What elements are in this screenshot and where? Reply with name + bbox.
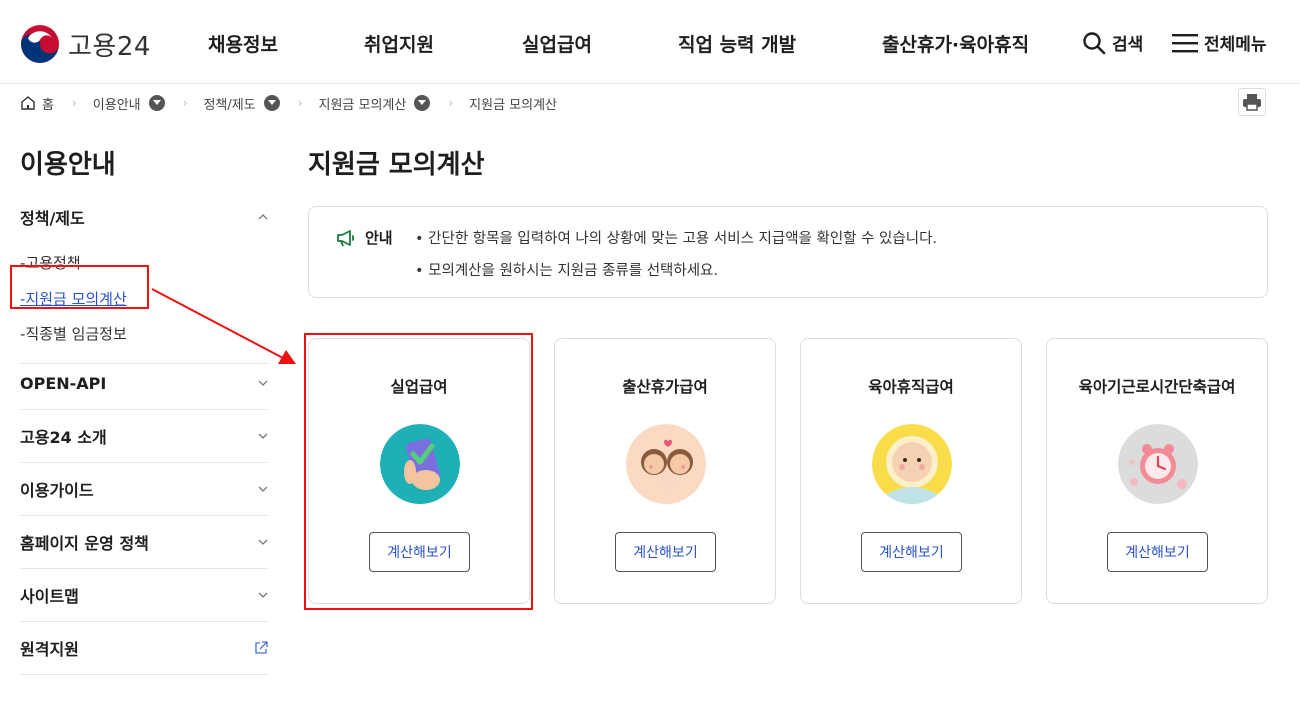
chevron-down-icon[interactable] <box>414 95 431 111</box>
all-menu-button[interactable]: 전체메뉴 <box>1172 30 1267 55</box>
calculate-button[interactable]: 계산해보기 <box>861 532 962 572</box>
card-title: 출산휴가급여 <box>622 378 708 396</box>
highlight-box-sidebar <box>10 265 149 309</box>
breadcrumb-home-label: 홈 <box>42 97 54 113</box>
calculate-button[interactable]: 계산해보기 <box>615 532 716 572</box>
baby-icon <box>872 424 952 504</box>
highlight-box-card <box>304 333 533 610</box>
breadcrumb-separator: › <box>182 96 188 110</box>
hamburger-icon <box>1172 33 1198 52</box>
sidebar-item-label: 원격지원 <box>20 640 79 659</box>
card-title: 육아휴직급여 <box>868 378 954 396</box>
home-icon <box>21 96 35 110</box>
breadcrumb: 홈 › 이용안내 › 정책/제도 › 지원금 모의계산 › 지원금 모의계산 <box>20 92 557 114</box>
chevron-up-icon <box>258 214 268 220</box>
print-button[interactable] <box>1238 88 1266 116</box>
logo[interactable]: 고용24 <box>20 24 151 64</box>
breadcrumb-home[interactable]: 홈 <box>20 94 54 113</box>
notice-line: • 간단한 항목을 입력하여 나의 상황에 맞는 고용 서비스 지급액을 확인할… <box>415 231 938 247</box>
search-button[interactable]: 검색 <box>1082 30 1143 55</box>
sidebar-subitem-label: -직종별 임금정보 <box>20 325 127 343</box>
chevron-down-icon <box>258 380 268 386</box>
sidebar-item-sitemap[interactable]: 사이트맵 <box>20 569 268 622</box>
nav-item-employment-support[interactable]: 취업지원 <box>364 30 434 57</box>
breadcrumb-label: 정책/제도 <box>203 97 256 113</box>
sidebar-item-policy[interactable]: 정책/제도 <box>20 190 268 244</box>
sidebar-item-site-policy[interactable]: 홈페이지 운영 정책 <box>20 516 268 569</box>
taegeuk-icon <box>21 25 59 63</box>
notice-label: 안내 <box>335 227 393 248</box>
chevron-down-icon <box>258 539 268 545</box>
sidebar-item-label: 사이트맵 <box>20 587 79 606</box>
breadcrumb-item-calculator[interactable]: 지원금 모의계산 <box>318 94 431 113</box>
search-label: 검색 <box>1112 35 1144 55</box>
notice-line: • 모의계산을 원하시는 지원금 종류를 선택하세요. <box>415 263 719 279</box>
calculate-button[interactable]: 계산해보기 <box>1107 532 1208 572</box>
sidebar-item-label: 고용24 소개 <box>20 428 107 447</box>
clock-icon <box>1118 424 1198 504</box>
card-reduced-hours-benefit[interactable]: 육아기근로시간단축급여 계산해보기 <box>1046 338 1268 604</box>
breadcrumb-separator: › <box>448 96 454 110</box>
card-title: 육아기근로시간단축급여 <box>1078 378 1236 396</box>
sidebar-item-label: OPEN-API <box>20 373 107 393</box>
breadcrumb-current: 지원금 모의계산 <box>469 94 557 113</box>
breadcrumb-separator: › <box>297 96 303 110</box>
sidebar-item-open-api[interactable]: OPEN-API <box>20 357 268 410</box>
megaphone-icon <box>337 229 354 246</box>
sidebar-item-user-guide[interactable]: 이용가이드 <box>20 463 268 516</box>
nav-item-jobs[interactable]: 채용정보 <box>208 30 278 57</box>
chevron-down-icon <box>258 592 268 598</box>
card-maternity-leave-benefit[interactable]: 출산휴가급여 계산해보기 <box>554 338 776 604</box>
nav-item-unemployment-benefit[interactable]: 실업급여 <box>522 30 592 57</box>
external-link-icon <box>255 641 268 654</box>
family-icon <box>626 424 706 504</box>
chevron-down-icon[interactable] <box>148 95 165 111</box>
breadcrumb-item-policy[interactable]: 정책/제도 <box>203 94 280 113</box>
sidebar-item-label: 홈페이지 운영 정책 <box>20 534 149 553</box>
breadcrumb-label: 지원금 모의계산 <box>469 97 558 113</box>
sidebar-item-remote-support[interactable]: 원격지원 <box>20 622 268 675</box>
notice-box: 안내 • 간단한 항목을 입력하여 나의 상황에 맞는 고용 서비스 지급액을 … <box>308 206 1268 298</box>
breadcrumb-item-guide[interactable]: 이용안내 <box>93 94 165 113</box>
chevron-down-icon[interactable] <box>263 95 280 111</box>
all-menu-label: 전체메뉴 <box>1204 35 1267 55</box>
nav-item-job-skills[interactable]: 직업 능력 개발 <box>678 30 796 57</box>
printer-icon <box>1243 94 1261 111</box>
sidebar-item-about[interactable]: 고용24 소개 <box>20 410 268 463</box>
chevron-down-icon <box>258 486 268 492</box>
logo-text: 고용24 <box>68 31 151 62</box>
sidebar-sections: OPEN-API 고용24 소개 이용가이드 홈페이지 운영 정책 사이트맵 원… <box>20 357 268 675</box>
breadcrumb-label: 이용안내 <box>92 97 141 113</box>
site-header: 고용24 채용정보 취업지원 실업급여 직업 능력 개발 출산휴가·육아휴직 검… <box>0 0 1300 84</box>
notice-label-text: 안내 <box>365 229 393 247</box>
nav-item-parental-leave[interactable]: 출산휴가·육아휴직 <box>882 30 1029 57</box>
sidebar-title: 이용안내 <box>20 150 116 180</box>
sidebar-item-label: 정책/제도 <box>20 209 85 228</box>
search-icon <box>1083 31 1106 54</box>
sidebar-item-label: 이용가이드 <box>20 481 94 500</box>
breadcrumb-separator: › <box>71 96 77 110</box>
page-title: 지원금 모의계산 <box>308 150 485 180</box>
breadcrumb-label: 지원금 모의계산 <box>318 97 407 113</box>
card-parental-leave-benefit[interactable]: 육아휴직급여 계산해보기 <box>800 338 1022 604</box>
chevron-down-icon <box>258 433 268 439</box>
